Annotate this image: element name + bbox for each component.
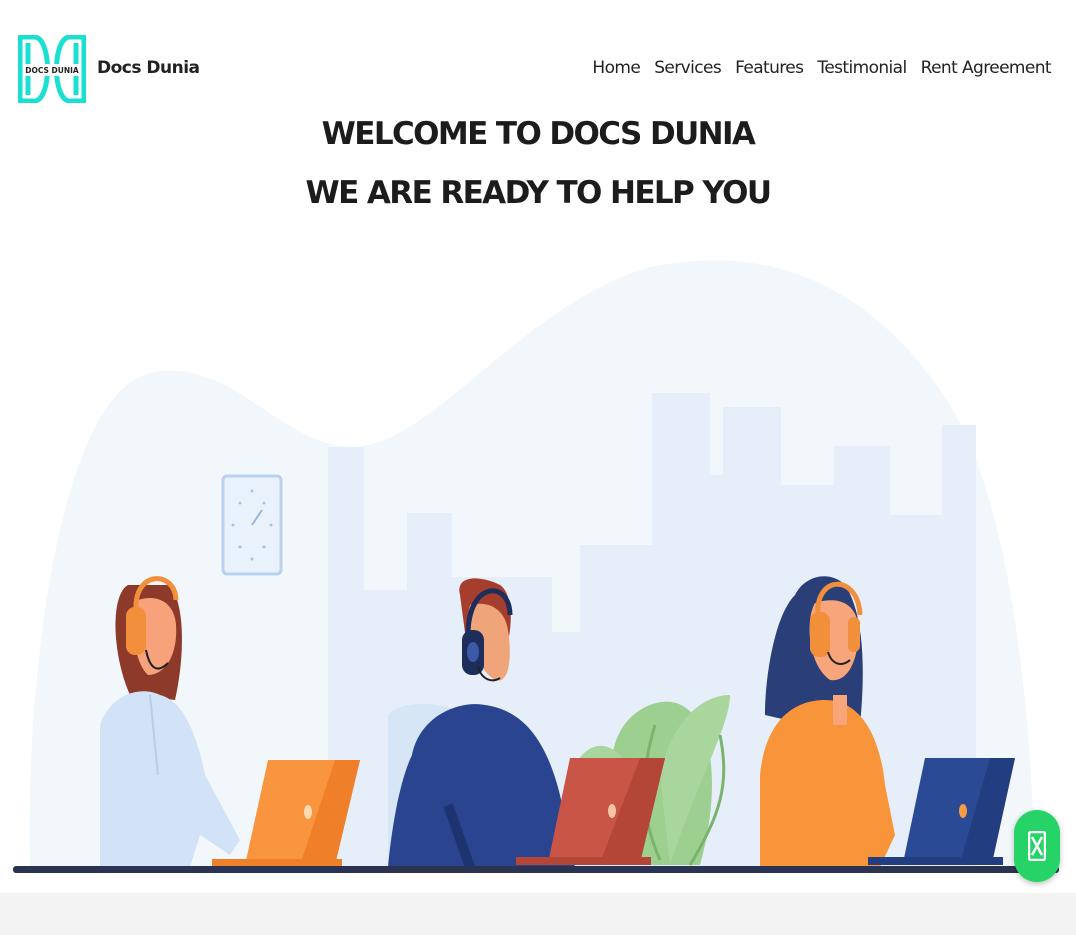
hero-subtitle: WE ARE READY TO HELP YOU bbox=[305, 175, 773, 211]
nav-features[interactable]: Features bbox=[735, 58, 804, 78]
desk bbox=[13, 866, 1059, 873]
chat-floating-button[interactable] bbox=[1014, 810, 1060, 882]
nav-testimonial[interactable]: Testimonial bbox=[817, 58, 907, 78]
wall-clock-icon bbox=[221, 474, 283, 576]
docs-dunia-logo[interactable]: DOCS DUNIA bbox=[18, 35, 86, 103]
brand-name[interactable]: Docs Dunia bbox=[97, 58, 200, 78]
logo-text: DOCS DUNIA bbox=[25, 66, 79, 75]
nav-rent-agreement[interactable]: Rent Agreement bbox=[921, 58, 1052, 78]
support-team-illustration bbox=[13, 260, 1059, 873]
main-nav: Home Services Features Testimonial Rent … bbox=[592, 58, 1051, 78]
site-header: DOCS DUNIA Docs Dunia Home Services Feat… bbox=[0, 0, 1076, 120]
nav-services[interactable]: Services bbox=[654, 58, 721, 78]
hero-title: WELCOME TO DOCS DUNIA bbox=[321, 116, 756, 152]
chat-icon bbox=[1028, 831, 1046, 861]
nav-home[interactable]: Home bbox=[592, 58, 640, 78]
footer-band bbox=[0, 893, 1076, 935]
